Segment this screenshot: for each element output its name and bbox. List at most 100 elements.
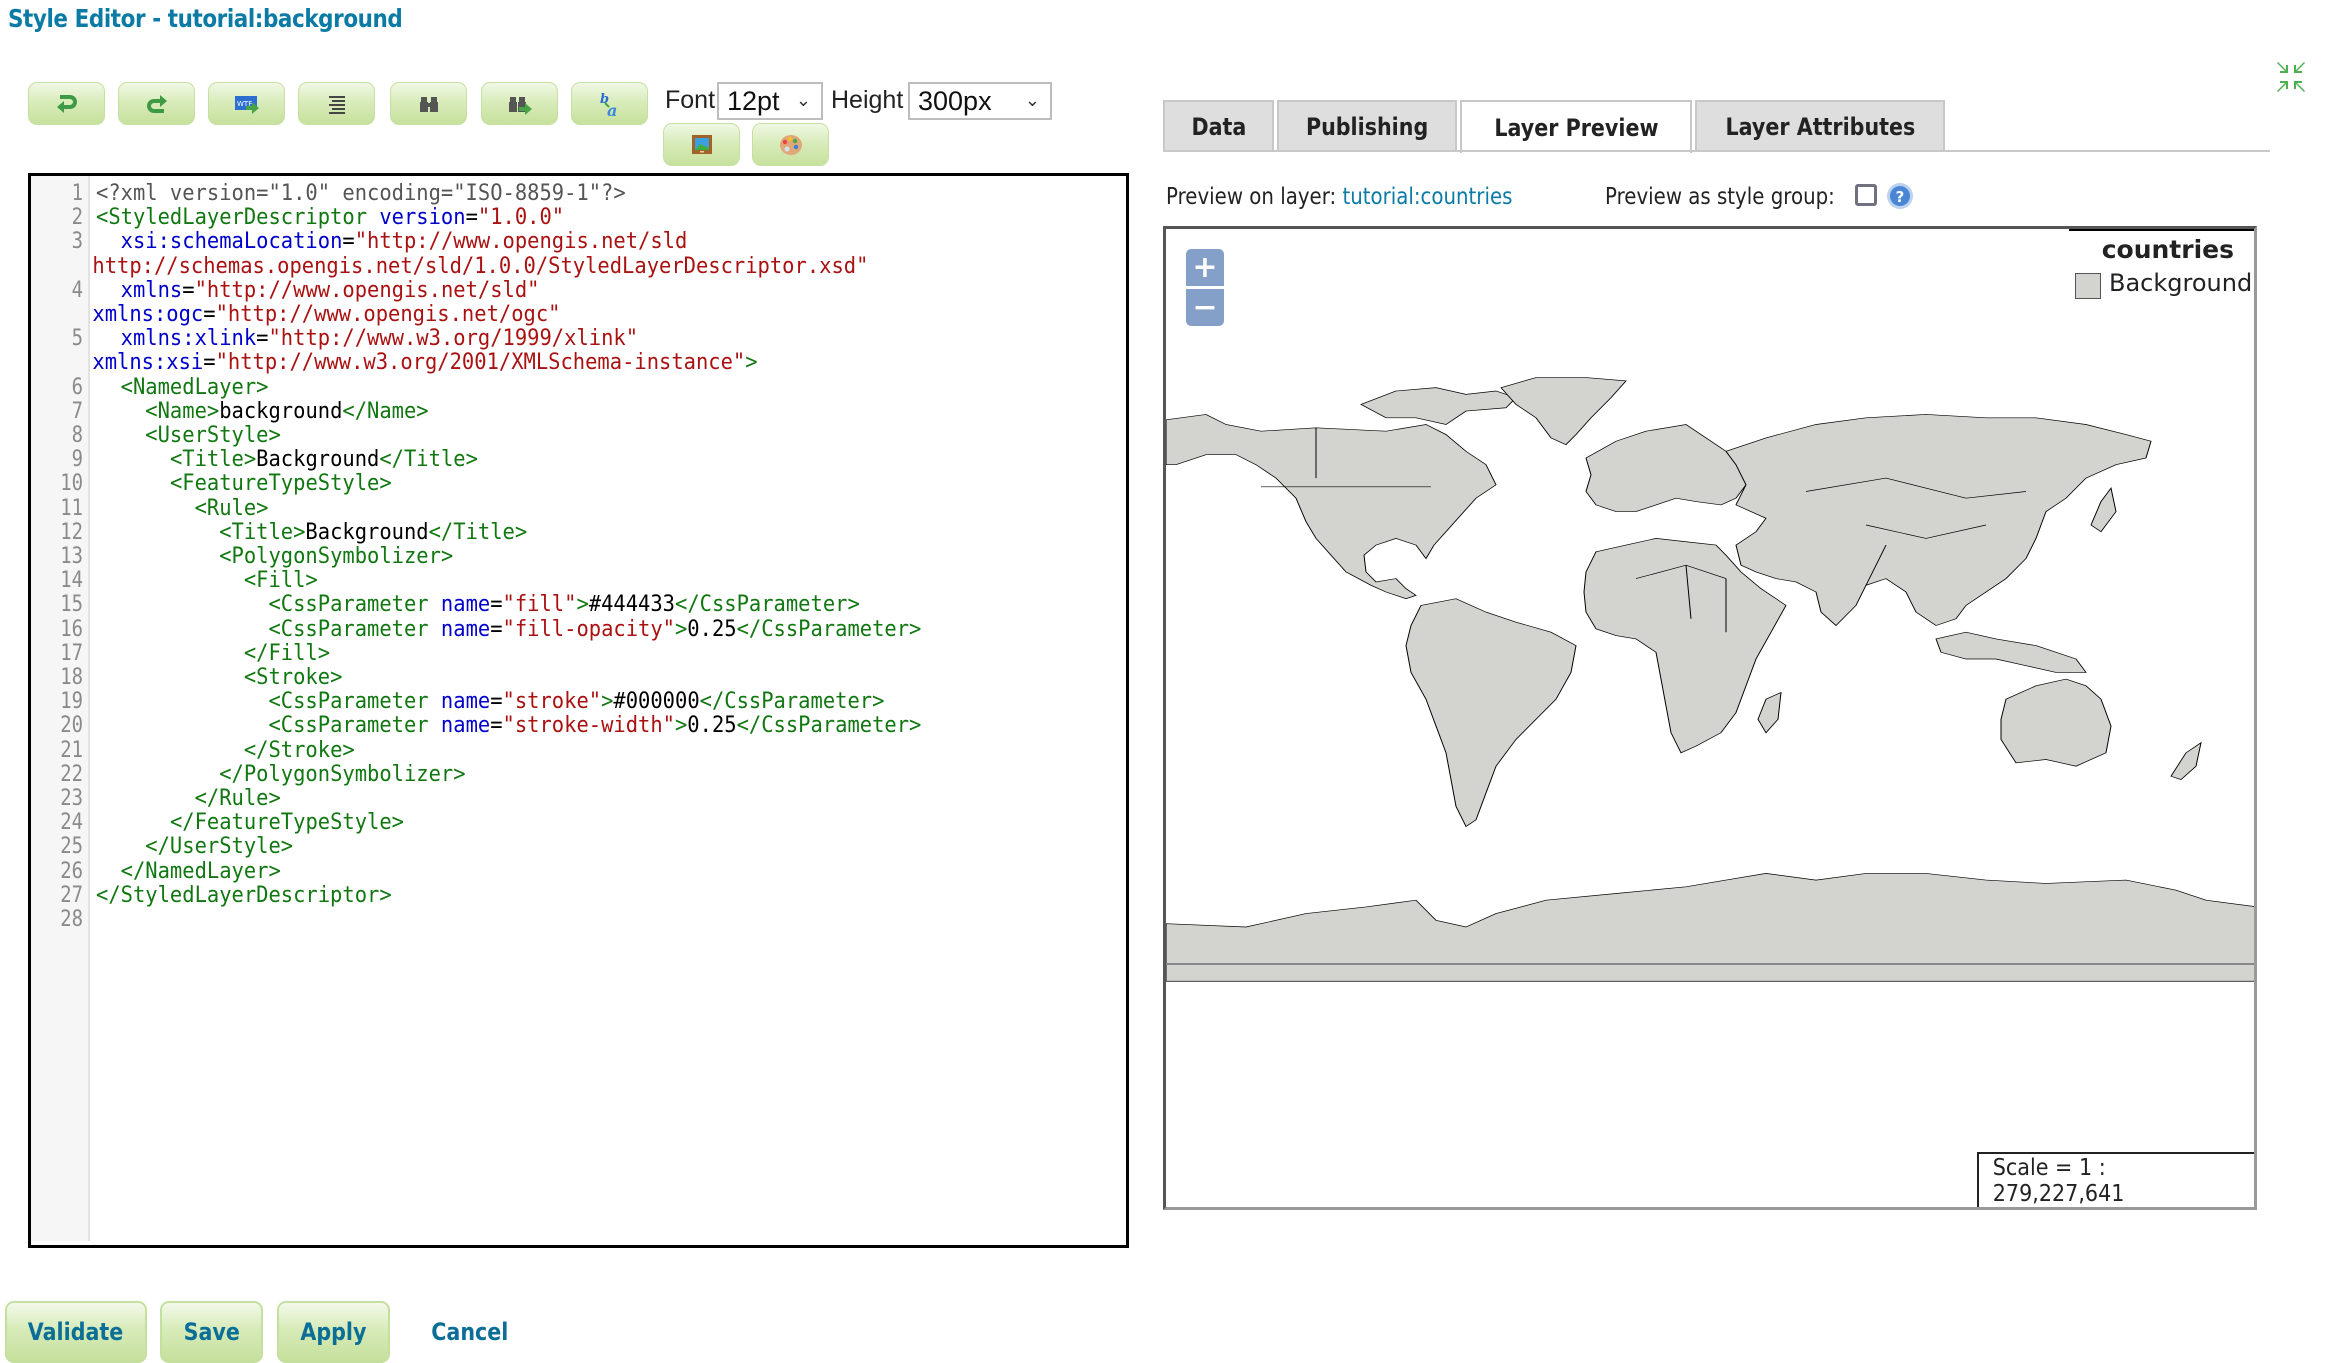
reformat-button[interactable] — [298, 82, 375, 125]
reformat-icon — [328, 95, 345, 114]
code-token: name — [440, 689, 491, 715]
editor-height-select[interactable]: 300px ⌄ — [908, 82, 1052, 120]
find-replace-button[interactable] — [481, 82, 558, 125]
help-button[interactable]: ? — [1886, 182, 1914, 210]
landmass-southeast-asia-islands — [1935, 631, 2087, 673]
tab-data[interactable]: Data — [1163, 100, 1274, 151]
svg-text:?: ? — [1896, 188, 1905, 206]
code-wrapped-text: xmlns:xsi="http://www.w3.org/2001/XMLSch… — [31, 351, 1049, 375]
line-number: 21 — [60, 737, 83, 763]
line-number: 12 — [60, 519, 83, 545]
landmass-south-america — [1405, 598, 1577, 828]
code-line: 11 <Rule> — [31, 496, 1126, 521]
map-preview[interactable]: + − countries Background Scale = 1 : 279… — [1163, 226, 2257, 1210]
landmass-north-america — [1166, 414, 1497, 600]
code-token: "http://www.w3.org/1999/xlink" — [268, 326, 639, 352]
code-text: <CssParameter name="stroke-width">0.25</… — [83, 714, 921, 738]
code-token: "http://www.opengis.net/sld" — [194, 277, 540, 303]
code-text: <Title>Background</Title> — [83, 520, 527, 545]
tab-layer-attributes[interactable]: Layer Attributes — [1695, 100, 1945, 151]
world-map — [1166, 377, 2254, 982]
code-token: "stroke" — [502, 689, 602, 715]
code-token: = — [342, 229, 355, 255]
landmass-greenland — [1500, 377, 1627, 446]
scale-text: Scale = 1 : 279,227,641 — [1992, 1154, 2125, 1207]
preview-layer-link[interactable]: tutorial:countries — [1342, 184, 1512, 210]
code-line: 8 <UserStyle> — [31, 423, 1126, 449]
code-line: 19 <CssParameter name="stroke">#000000</… — [31, 690, 1126, 714]
image-icon — [691, 134, 712, 154]
color-picker-button[interactable] — [752, 123, 829, 166]
save-button[interactable]: Save — [160, 1301, 263, 1363]
validate-button[interactable]: Validate — [5, 1301, 147, 1363]
code-text: <CssParameter name="stroke">#000000</Css… — [83, 690, 884, 714]
redo-button[interactable] — [118, 82, 195, 125]
code-text: </Stroke> — [83, 737, 355, 763]
line-number: 22 — [60, 761, 83, 787]
code-token: <?xml version="1.0" encoding="ISO-8859-1… — [96, 181, 626, 206]
chevron-down-icon: ⌄ — [1024, 90, 1040, 110]
code-line: 18 <Stroke> — [31, 665, 1126, 691]
code-line: 22 </PolygonSymbolizer> — [31, 761, 1126, 787]
line-number: 28 — [60, 907, 83, 933]
line-number: 8 — [71, 423, 83, 449]
insert-image-button[interactable] — [663, 123, 740, 166]
tab-publishing[interactable]: Publishing — [1277, 100, 1457, 151]
goto-line-button[interactable]: WTF — [208, 82, 285, 125]
code-token: </CssParameter> — [736, 713, 922, 739]
line-number: 3 — [71, 229, 83, 255]
code-token: </Stroke> — [243, 737, 355, 763]
preview-layer-label: Preview on layer: — [1166, 184, 1337, 210]
line-number: 4 — [71, 277, 83, 303]
tab-publishing-label: Publishing — [1305, 112, 1429, 141]
code-text: <Rule> — [83, 496, 269, 521]
font-size-value: 12pt — [727, 85, 780, 116]
code-line: 10 <FeatureTypeStyle> — [31, 472, 1126, 496]
code-content[interactable]: 1 <?xml version="1.0" encoding="ISO-8859-… — [31, 181, 1126, 933]
code-line: 3 xsi:schemaLocation="http://www.opengis… — [31, 230, 1126, 254]
code-token: "1.0.0" — [477, 205, 565, 231]
code-text: <?xml version="1.0" encoding="ISO-8859-1… — [83, 181, 626, 206]
code-token: </UserStyle> — [145, 834, 294, 860]
code-line: 27 </StyledLayerDescriptor> — [31, 882, 1126, 908]
line-number: 5 — [71, 326, 83, 352]
code-token: <CssParameter — [268, 592, 441, 618]
line-number: 10 — [60, 471, 83, 497]
code-text: <CssParameter name="fill-opacity">0.25</… — [83, 617, 921, 642]
line-number: 16 — [60, 616, 83, 642]
code-token: = — [490, 689, 503, 715]
cancel-link[interactable]: Cancel — [425, 1301, 508, 1363]
validate-label: Validate — [28, 1318, 124, 1346]
collapse-fullscreen-button[interactable] — [2276, 60, 2306, 94]
code-token: <Stroke> — [243, 665, 343, 691]
preview-group-checkbox[interactable] — [1855, 184, 1877, 206]
find-button[interactable] — [390, 82, 467, 125]
collapse-arrows-icon — [2277, 62, 2305, 92]
replace-text-icon: ba — [600, 92, 617, 119]
zoom-out-button[interactable]: − — [1186, 289, 1224, 326]
code-line: 16 <CssParameter name="fill-opacity">0.2… — [31, 616, 1126, 642]
line-number: 27 — [60, 882, 83, 908]
zoom-in-button[interactable]: + — [1186, 249, 1224, 286]
font-size-select[interactable]: 12pt ⌄ — [717, 82, 823, 120]
replace-all-button[interactable]: ba — [571, 82, 648, 125]
line-number: 2 — [71, 205, 83, 231]
legend-swatch — [2075, 273, 2101, 299]
code-editor[interactable]: 1 <?xml version="1.0" encoding="ISO-8859-… — [28, 173, 1129, 1248]
code-line: 9 <Title>Background</Title> — [31, 448, 1126, 472]
apply-button[interactable]: Apply — [277, 1301, 390, 1363]
code-token: xsi:schemaLocation — [120, 229, 343, 255]
undo-button[interactable] — [28, 82, 105, 125]
preview-group-label: Preview as style group: — [1605, 184, 1835, 210]
tab-layer-preview[interactable]: Layer Preview — [1460, 100, 1692, 153]
code-line: 28 — [31, 907, 1126, 933]
height-label: Height — [831, 86, 904, 114]
